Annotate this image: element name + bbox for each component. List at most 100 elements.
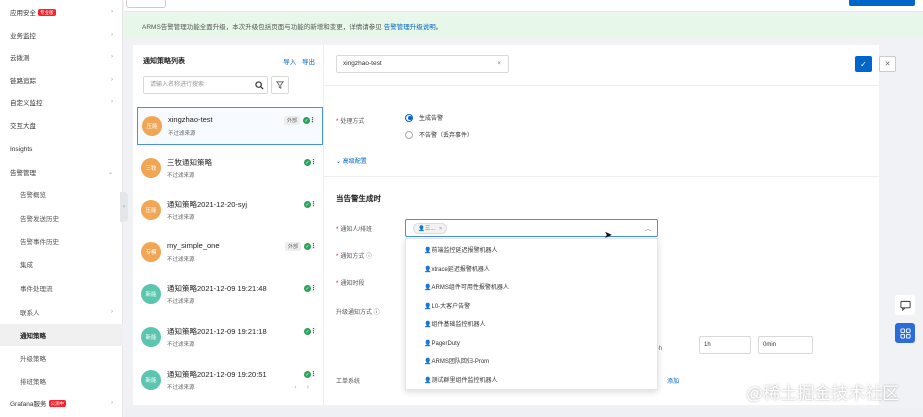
top-tab[interactable] [126,0,166,8]
more-icon[interactable]: ⋮ [310,158,317,166]
hours-input[interactable]: 1h [699,336,751,354]
sidebar-item[interactable]: 应用安全 专业版 › [0,1,123,23]
receiver-select[interactable]: 👤三... × ︿ [405,219,658,237]
sidebar-item[interactable]: 告警概览 [0,183,123,205]
notice-link[interactable]: 告警管理升级说明 [384,21,436,31]
dropdown-option[interactable]: 👤前端监控延迟报警机器人 [424,242,654,260]
more-icon[interactable]: ⋮ [310,327,317,335]
sidebar-item-label: 通知策略 [20,333,46,340]
sidebar-item[interactable]: 云拨测 › [0,46,123,68]
chevron-up-icon[interactable]: ︿ [645,224,651,233]
mouse-cursor-icon: ➤ [604,230,613,241]
sidebar-item[interactable]: 业务监控 › [0,24,123,46]
sidebar-item[interactable]: 联系人 › [0,301,123,323]
sidebar-item[interactable]: 告警事件历史 [0,230,123,252]
receiver-dropdown: 👤前端监控延迟报警机器人 👤xtrace延迟报警机器人 👤ARMS组件可用性报警机器… [405,238,658,390]
dropdown-option[interactable]: 👤PagerDuty [424,335,654,353]
export-link[interactable]: 导出 [302,59,315,66]
policy-name: 通知策略2021-12-09 19:21:18 [167,327,267,336]
sidebar-item[interactable]: 告警发送历史 [0,207,123,229]
sidebar-item[interactable]: 事件处理流 [0,277,123,299]
avatar: 压能 [142,116,162,136]
more-icon[interactable]: ⋮ [310,370,317,378]
chevron-icon: › [111,54,113,60]
dropdown-option[interactable]: 👤xtrace延迟报警机器人 [424,261,654,279]
sidebar-item[interactable]: 链路追踪 › [0,69,123,91]
policy-name: 通知策略2021-12-09 19:21:48 [167,284,267,293]
policy-name-field[interactable]: xingzhao-test × [336,55,509,73]
notice-text: ARMS告警管理功能全面升级，本次升级包括页面与功能的新增和变更，详情请参见 [142,24,382,31]
more-icon[interactable]: ⋮ [310,242,317,250]
policy-list-item[interactable]: 三牧 三牧通知策略 不过滤来源 ✓ ⋮ [137,150,323,188]
receiver-chip[interactable]: 👤三... × [413,223,448,234]
policy-tag: 外部 [284,242,301,251]
sidebar-item[interactable]: 交互大盘 [0,114,123,136]
policy-search-input[interactable]: 请输入名称进行搜索 [143,76,268,94]
chat-icon[interactable] [895,295,915,315]
sidebar: 应用安全 专业版 › 业务监控 › 云拨测 › 链路追踪 › 自定义监控 › 交互大盘 Insights… [0,0,123,417]
sidebar-item-label: 应用安全 [10,10,36,17]
notify-method-label: * 通知方式 ⓘ [336,254,373,260]
process-label: * 处理方式 [336,119,365,125]
chevron-icon: › [111,309,113,315]
sidebar-item[interactable]: Insights [0,138,123,160]
chevron-icon: › [111,77,113,83]
avatar: 新能 [141,327,161,347]
sidebar-item-label: 集成 [20,262,33,269]
sidebar-item-label: 事件处理流 [20,286,53,293]
cancel-button[interactable]: ✕ [879,56,896,72]
import-link[interactable]: 导入 [283,59,296,66]
sidebar-item[interactable]: 集成 [0,253,123,275]
process-option-drop[interactable]: 不告警（丢弃事件） [405,130,473,139]
sidebar-item-label: Insights [10,145,33,153]
sidebar-item-label: 排班策略 [20,379,46,386]
policy-list-item[interactable]: 压能 通知策略2021-12-20-syj 不过滤来源 ✓ ⋮ [137,192,323,230]
search-icon[interactable] [252,77,266,93]
policy-name: 通知策略2021-12-20-syj [167,200,248,209]
apps-icon[interactable] [895,323,915,343]
notify-time-label: * 通知时段 [336,281,365,287]
policy-list-item[interactable]: 压能 xingzhao-test 不过滤来源 外部 ✓ ⋮ [137,107,323,145]
clear-icon[interactable]: × [497,56,501,72]
dropdown-option-label: 前端监控延迟报警机器人 [431,248,498,254]
policy-list-title: 通知策略列表 [143,58,185,65]
dropdown-option[interactable]: 👤ARMS团队回归-Prom [424,353,654,371]
add-link[interactable]: 添加 [667,376,679,385]
dropdown-option[interactable]: 👤ARMS组件可用性报警机器人 [424,279,654,297]
sidebar-item-label: 联系人 [20,310,40,317]
filter-icon[interactable] [271,76,289,94]
sidebar-item[interactable]: 告警管理 ⌄ [0,161,123,183]
top-primary-button[interactable] [849,0,915,6]
divider [324,176,879,177]
dropdown-option[interactable]: 👤测试群里组件监控机器人 [424,372,654,390]
pager-prev[interactable]: ‹ [294,384,296,391]
dropdown-option[interactable]: 👤组件基础监控机器人 [424,316,654,334]
policy-list-item[interactable]: 新能 通知策略2021-12-09 19:21:48 不过滤来源 ✓ ⋮ [137,276,323,314]
policy-list-item[interactable]: 新能 通知策略2021-12-09 19:21:18 不过滤来源 ✓ ⋮ [137,319,323,357]
sidebar-item[interactable]: 升级策略 [0,347,123,369]
dropdown-option[interactable]: 👤L0-大客户告警 [424,298,654,316]
more-icon[interactable]: ⋮ [309,116,316,124]
policy-source: 不过滤来源 [167,173,195,179]
sidebar-item[interactable]: Grafana服务 公测中 › [0,392,123,414]
sidebar-collapse-toggle[interactable]: ‹ [120,192,128,222]
sidebar-item[interactable]: 通知策略 [0,324,123,346]
more-icon[interactable]: ⋮ [310,284,317,292]
policy-list-item[interactable]: 新能 通知策略2021-12-09 19:20:51 不过滤来源 ✓ ⋮ [137,362,323,400]
minutes-input[interactable]: 0min [758,336,813,354]
sidebar-item[interactable]: 排班策略 [0,370,123,392]
more-icon[interactable]: ⋮ [310,200,317,208]
avatar: 三牧 [141,158,161,178]
advanced-config-link[interactable]: ⌄ 高级配置 [336,156,367,165]
sidebar-item[interactable]: 自定义监控 › [0,91,123,113]
confirm-button[interactable]: ✓ [855,56,872,72]
sidebar-item-badge: 公测中 [48,399,66,407]
chip-close-icon[interactable]: × [439,226,442,232]
avatar: 新能 [141,284,161,304]
sidebar-item-label: 自定义监控 [10,100,43,107]
policy-list-item[interactable]: 专模 my_simple_one 不过滤来源 外部 ✓ ⋮ [137,234,323,272]
process-option-alert[interactable]: 生成告警 [405,113,443,122]
policy-name: 三牧通知策略 [167,158,212,167]
pager-next[interactable]: › [307,384,309,391]
sidebar-item-label: 链路追踪 [10,78,36,85]
